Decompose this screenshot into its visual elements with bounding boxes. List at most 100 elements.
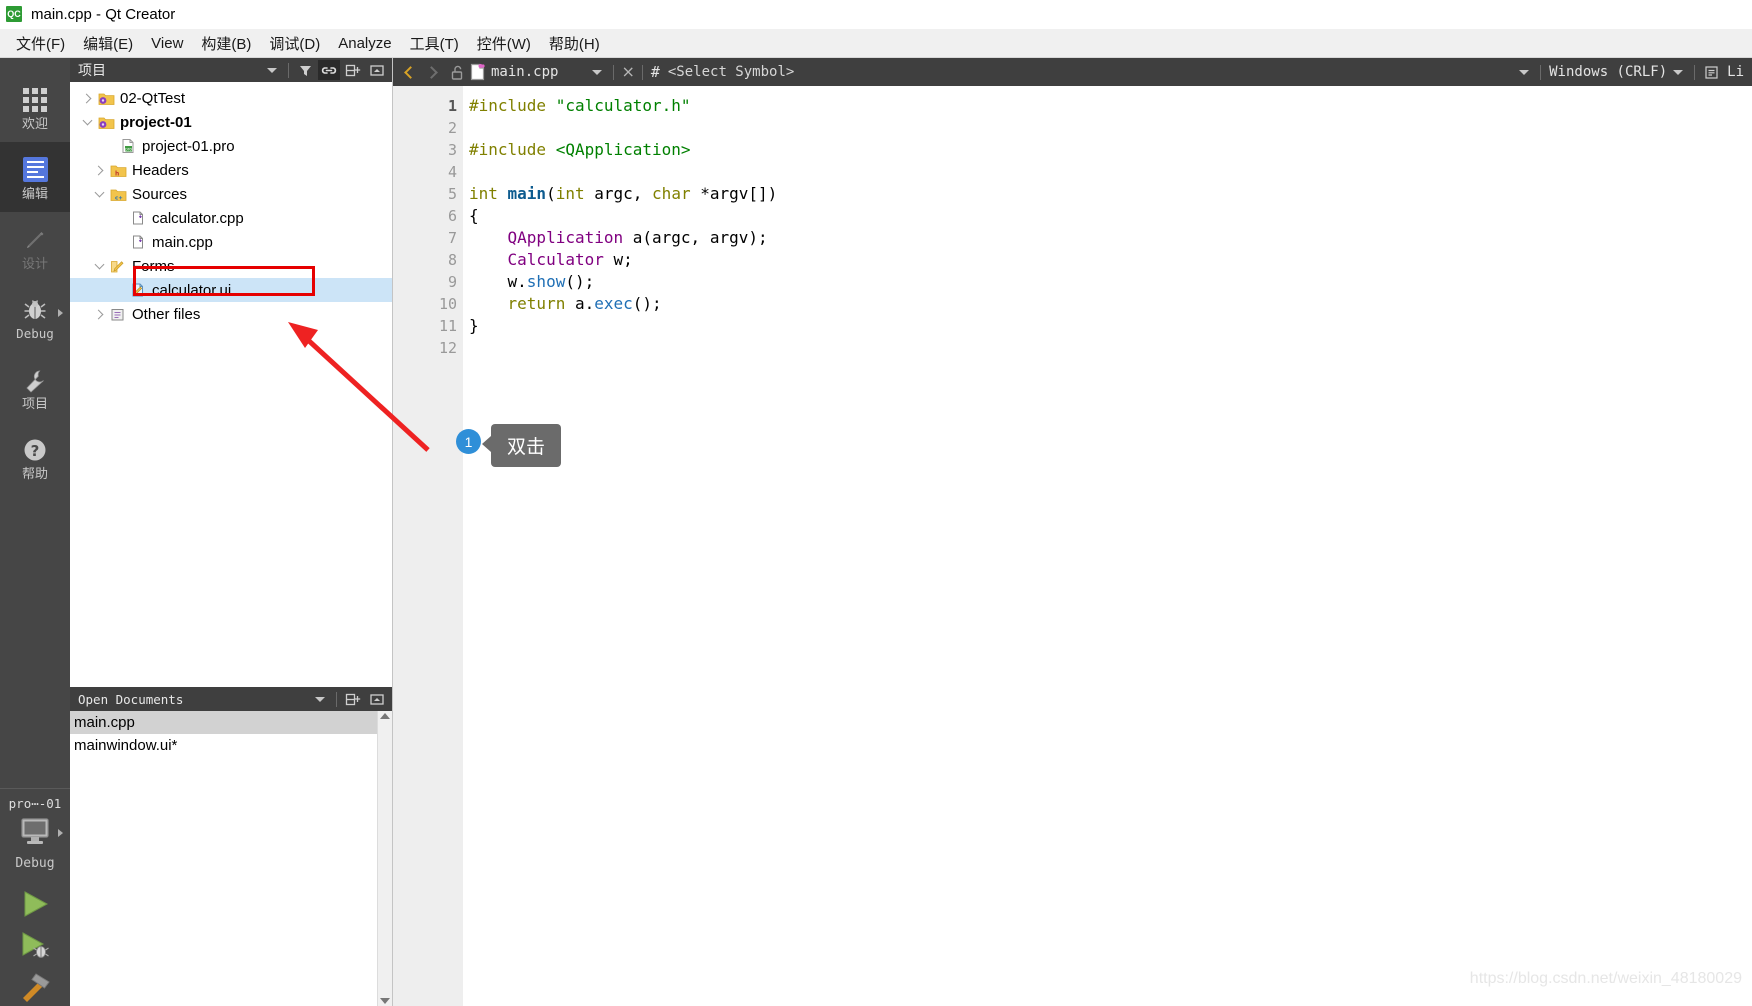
- line-number: 1: [447, 97, 457, 115]
- line-ending-selector[interactable]: Windows (CRLF): [1545, 64, 1671, 80]
- filter-icon[interactable]: [294, 60, 316, 80]
- code-token: a(argc, argv);: [623, 228, 768, 247]
- wrench-icon: [21, 364, 49, 396]
- encoding-label[interactable]: Li: [1723, 64, 1748, 80]
- code-token: {: [469, 206, 479, 225]
- symbol-hash-icon: #: [650, 63, 660, 81]
- tree-item-headers[interactable]: h Headers: [70, 158, 392, 182]
- navigate-forward-button[interactable]: [422, 61, 444, 83]
- project-folder-icon: [96, 91, 116, 106]
- pencil-icon: [21, 224, 49, 256]
- menu-help[interactable]: 帮助(H): [540, 30, 609, 57]
- tree-item-main-cpp[interactable]: main.cpp: [70, 230, 392, 254]
- code-token: char: [652, 184, 691, 203]
- chevron-right-icon[interactable]: [90, 165, 108, 175]
- lock-toggle-button[interactable]: [446, 61, 468, 83]
- text-lines-icon[interactable]: [1700, 62, 1722, 82]
- svg-text:c+: c+: [115, 195, 123, 201]
- code-line: #include <QApplication>: [469, 139, 1752, 161]
- line-number: 3: [447, 141, 457, 159]
- debug-button[interactable]: [0, 924, 70, 965]
- tree-item-project-01[interactable]: project-01: [70, 110, 392, 134]
- chevron-down-icon[interactable]: [592, 69, 603, 75]
- chevron-right-icon[interactable]: [58, 309, 63, 317]
- code-line: #include "calculator.h": [469, 95, 1752, 117]
- code-token: int: [555, 184, 585, 203]
- modebar-spacer: [0, 492, 70, 788]
- open-document-item[interactable]: main.cpp: [70, 711, 377, 734]
- scroll-down-icon[interactable]: [380, 998, 390, 1004]
- minimize-panel-icon[interactable]: [366, 60, 388, 80]
- minimize-panel-icon[interactable]: [366, 689, 388, 709]
- tree-item-02-qttest[interactable]: 02-QtTest: [70, 86, 392, 110]
- tree-item-calculator-ui[interactable]: calculator.ui: [70, 278, 392, 302]
- tree-item-project-01-pro[interactable]: pro project-01.pro: [70, 134, 392, 158]
- chevron-down-icon[interactable]: [1673, 69, 1684, 75]
- green-play-icon: [24, 890, 49, 917]
- menu-analyze[interactable]: Analyze: [329, 32, 400, 55]
- mode-button-help[interactable]: ? 帮助: [0, 422, 70, 492]
- chevron-right-icon[interactable]: [90, 309, 108, 319]
- build-button[interactable]: [0, 965, 70, 1006]
- watermark-text: https://blog.csdn.net/weixin_48180029: [1469, 970, 1742, 987]
- code-token: w.: [469, 272, 527, 291]
- chevron-down-icon[interactable]: [78, 115, 96, 126]
- chevron-down-icon[interactable]: [90, 187, 108, 198]
- chevron-down-icon[interactable]: [267, 67, 277, 73]
- other-files-icon: [108, 307, 128, 322]
- mode-button-debug[interactable]: Debug: [0, 282, 70, 352]
- close-document-button[interactable]: ×: [618, 64, 637, 80]
- sync-with-editor-icon[interactable]: [318, 60, 340, 80]
- menu-build[interactable]: 构建(B): [192, 30, 260, 57]
- menu-edit[interactable]: 编辑(E): [74, 30, 142, 57]
- chevron-down-icon[interactable]: [90, 259, 108, 270]
- forms-folder-icon: [108, 259, 128, 274]
- split-pane-icon[interactable]: [342, 60, 364, 80]
- line-number: 8: [447, 251, 457, 269]
- mode-button-design[interactable]: 设计: [0, 212, 70, 282]
- tree-item-sources[interactable]: c+ Sources: [70, 182, 392, 206]
- project-tree[interactable]: 02-QtTest project-01 pro project-01.pro …: [70, 82, 392, 687]
- kit-chevron-right-icon[interactable]: [58, 829, 63, 837]
- open-documents-list[interactable]: main.cpp mainwindow.ui*: [70, 711, 392, 1006]
- mode-button-welcome[interactable]: 欢迎: [0, 72, 70, 142]
- editor-file-combobox[interactable]: main.cpp: [469, 63, 558, 81]
- chevron-right-icon[interactable]: [78, 93, 96, 103]
- symbol-selector[interactable]: <Select Symbol>: [668, 64, 794, 80]
- kit-project-name: pro⋯-01: [8, 796, 62, 811]
- split-pane-icon[interactable]: [342, 689, 364, 709]
- code-editor[interactable]: 1 2 3 4 5 6 7 8 9 10 11 12 #include "cal…: [393, 86, 1752, 1006]
- scroll-up-icon[interactable]: [380, 713, 390, 719]
- open-document-item[interactable]: mainwindow.ui*: [70, 734, 377, 757]
- bug-icon: [21, 294, 49, 326]
- mode-label-edit: 编辑: [21, 186, 48, 202]
- navigate-back-button[interactable]: [398, 61, 420, 83]
- menu-widgets[interactable]: 控件(W): [468, 30, 540, 57]
- chevron-down-icon[interactable]: [1519, 69, 1530, 75]
- mode-button-edit[interactable]: 编辑: [0, 142, 70, 212]
- editor-toolbar: main.cpp × # <Select Symbol> Windows (CR…: [393, 58, 1752, 86]
- tree-item-other-files[interactable]: Other files: [70, 302, 392, 326]
- chevron-down-icon[interactable]: [315, 696, 325, 702]
- qt-creator-window: QC main.cpp - Qt Creator 文件(F) 编辑(E) Vie…: [0, 0, 1752, 1006]
- code-text-area[interactable]: #include "calculator.h" #include <QAppli…: [463, 86, 1752, 1006]
- tree-item-forms[interactable]: Forms: [70, 254, 392, 278]
- code-token: ();: [565, 272, 595, 291]
- tree-item-calculator-cpp[interactable]: calculator.cpp: [70, 206, 392, 230]
- open-document-label: main.cpp: [74, 714, 135, 731]
- divider: [336, 691, 337, 707]
- menu-view[interactable]: View: [142, 32, 192, 55]
- menu-file[interactable]: 文件(F): [7, 30, 74, 57]
- kit-selector[interactable]: pro⋯-01 Debug: [0, 788, 70, 875]
- line-number: 12: [438, 339, 457, 357]
- open-documents-scrollbar[interactable]: [377, 711, 392, 1006]
- line-number: 10: [438, 295, 457, 313]
- kit-build-config: Debug: [15, 856, 55, 871]
- menu-tools[interactable]: 工具(T): [401, 30, 468, 57]
- run-button[interactable]: [0, 883, 70, 924]
- menu-debug[interactable]: 调试(D): [260, 30, 329, 57]
- mode-button-projects[interactable]: 项目: [0, 352, 70, 422]
